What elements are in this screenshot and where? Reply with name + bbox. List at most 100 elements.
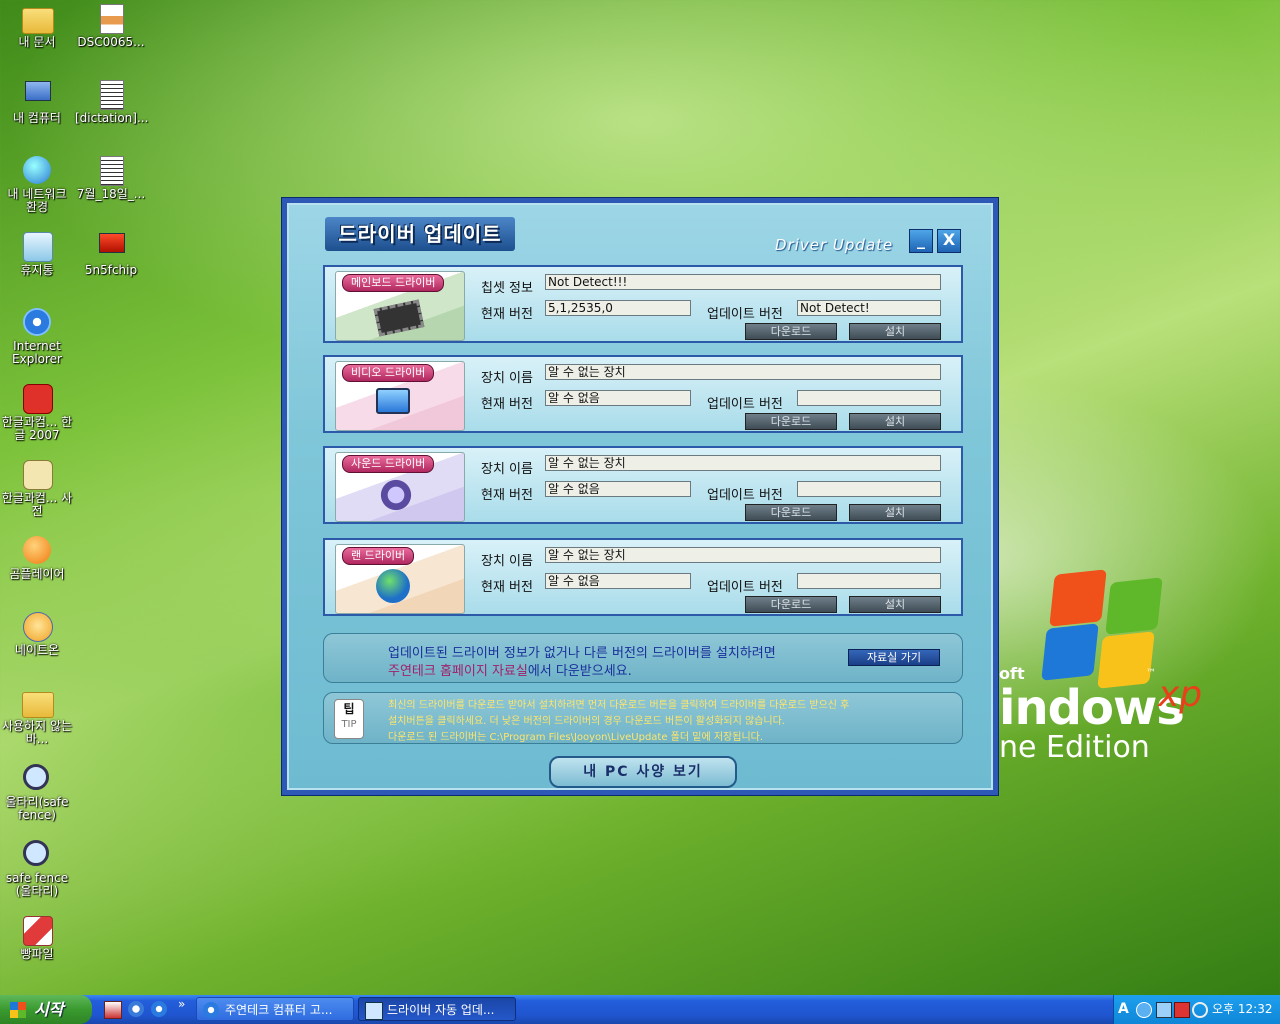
speaker-note-icon (376, 477, 416, 513)
lan-driver-panel: 랜 드라이버 장치 이름 알 수 없는 장치 현재 버전 알 수 없음 업데이트… (323, 538, 963, 616)
magnifier-icon (21, 762, 53, 794)
network-icon (21, 154, 53, 186)
start-button[interactable]: 시작 (0, 995, 92, 1024)
video-driver-tag: 비디오 드라이버 (342, 364, 435, 382)
update-version-label: 업데이트 버전 (707, 488, 783, 503)
download-button[interactable]: 다운로드 (745, 504, 837, 521)
tip-badge-english: TIP (341, 719, 357, 730)
lan-driver-tag: 랜 드라이버 (342, 547, 415, 565)
desktop-icon-nateon[interactable]: 네이트온 (1, 610, 73, 657)
internet-explorer-quick-icon[interactable] (151, 1001, 167, 1017)
desktop-icon-internet-explorer[interactable]: Internet Explorer (1, 306, 73, 366)
lan-thumbnail: 랜 드라이버 (335, 544, 465, 614)
device-name-field: 알 수 없는 장치 (545, 455, 941, 471)
go-to-archive-button[interactable]: 자료실 가기 (848, 649, 940, 666)
desktop-icon-label: 내 컴퓨터 (13, 111, 61, 125)
desktop-icon-network[interactable]: 내 네트워크 환경 (1, 154, 73, 214)
desktop-icon-hangul-dictionary[interactable]: 한글과컴... 사전 (1, 458, 73, 518)
desktop-icon-dictation[interactable]: [dictation]... (75, 78, 148, 125)
install-button[interactable]: 설치 (849, 596, 941, 613)
install-button[interactable]: 설치 (849, 323, 941, 340)
nateon-icon (21, 610, 53, 642)
tray-collapse-icon[interactable] (1136, 1002, 1152, 1018)
gom-player-icon (21, 534, 53, 566)
homepage-archive-link[interactable]: 주연테크 홈페이지 자료실 (388, 664, 528, 679)
minimize-button[interactable]: _ (909, 229, 933, 253)
desktop-icon-label: DSC0065... (77, 35, 145, 49)
desktop-icon-gom-player[interactable]: 곰플레이어 (1, 534, 73, 581)
sound-driver-tag: 사운드 드라이버 (342, 455, 435, 473)
update-version-field (797, 573, 941, 589)
desktop-icon-my-documents[interactable]: 내 문서 (1, 2, 73, 49)
search-tray-icon[interactable] (1192, 1002, 1208, 1018)
start-label: 시작 (34, 1000, 64, 1019)
view-my-pc-specs-button[interactable]: 내 PC 사양 보기 (549, 756, 737, 788)
download-button[interactable]: 다운로드 (745, 323, 837, 340)
sound-driver-panel: 사운드 드라이버 장치 이름 알 수 없는 장치 현재 버전 알 수 없음 업데… (323, 446, 963, 524)
system-tray: A 오후 12:32 (1113, 995, 1280, 1024)
current-version-label: 현재 버전 (481, 397, 533, 412)
taskbar-item-jooyontech[interactable]: 주연테크 컴퓨터 고... (196, 997, 354, 1021)
desktop-icon-label: 5n5fchip (84, 263, 138, 277)
device-name-field: 알 수 없는 장치 (545, 547, 941, 563)
chipset-info-label: 칩셋 정보 (481, 281, 533, 296)
chip-icon (373, 299, 425, 337)
dictionary-icon (21, 458, 53, 490)
install-button[interactable]: 설치 (849, 413, 941, 430)
desktop-icon-unused-shortcuts[interactable]: 사용하지 않는 바... (1, 686, 73, 746)
tip-line1: 최신의 드라이버를 다운로드 받아서 설치하려면 먼저 다운로드 버튼을 클릭하… (388, 700, 850, 711)
download-button[interactable]: 다운로드 (745, 596, 837, 613)
desktop-icon-label: 한글과컴... 사전 (1, 491, 73, 518)
xp-logo-text-tm: ™ (1146, 668, 1156, 679)
notice-line2-rest: 에서 다운받으세요. (527, 664, 632, 679)
desktop-icon-label: 곰플레이어 (9, 567, 65, 581)
hangul-app-icon (21, 382, 53, 414)
sound-thumbnail: 사운드 드라이버 (335, 452, 465, 522)
windows-logo-icon (10, 1002, 26, 1018)
desktop-icon-dsc-image[interactable]: DSC0065... (75, 2, 147, 49)
desktop-icon-label: 울타리(safe fence) (5, 795, 69, 822)
browser-window-icon (203, 1002, 219, 1018)
network-tray-icon[interactable] (1156, 1002, 1172, 1018)
desktop-icon-label: 사용하지 않는 바... (1, 719, 73, 746)
xp-logo-text-xp: xp (1158, 674, 1203, 715)
desktop-icon-safe-fence-1[interactable]: 울타리(safe fence) (1, 762, 73, 822)
desktop-icon-5n5fchip[interactable]: 5n5fchip (75, 230, 147, 277)
mainboard-driver-panel: 메인보드 드라이버 칩셋 정보 Not Detect!!! 현재 버전 5,1,… (323, 265, 963, 343)
language-indicator[interactable]: A (1118, 995, 1129, 1024)
folder-icon (21, 2, 54, 34)
desktop-icon-july-18[interactable]: 7월_18일_... (75, 154, 147, 201)
taskbar-item-driver-update[interactable]: 드라이버 자동 업데... (358, 997, 516, 1021)
chipset-info-field: Not Detect!!! (545, 274, 941, 290)
window-title-english: Driver Update (775, 236, 894, 254)
quick-launch-chevron[interactable]: » (178, 997, 185, 1011)
desktop-icon-bbang-file[interactable]: 빵파일 (1, 914, 73, 961)
current-version-label: 현재 버전 (481, 307, 533, 322)
show-desktop-icon[interactable] (104, 1001, 122, 1019)
download-button[interactable]: 다운로드 (745, 413, 837, 430)
tip-badge-korean: 팁 (343, 702, 355, 716)
download-notice-box: 업데이트된 드라이버 정보가 없거나 다른 버전의 드라이버를 설치하려면 주연… (323, 633, 963, 683)
security-tray-icon[interactable] (1174, 1002, 1190, 1018)
close-button[interactable]: X (937, 229, 961, 253)
bbang-file-icon (21, 914, 53, 946)
update-version-label: 업데이트 버전 (707, 580, 783, 595)
desktop-icon-safe-fence-2[interactable]: safe fence (울타리) (1, 838, 73, 898)
driver-update-window: 드라이버 업데이트 Driver Update _ X 메인보드 드라이버 칩셋… (281, 197, 999, 796)
update-version-field (797, 481, 941, 497)
mainboard-thumbnail: 메인보드 드라이버 (335, 271, 465, 341)
xp-logo-text-windows: indows (999, 680, 1185, 736)
desktop-icon-recycle-bin[interactable]: 휴지통 (1, 230, 73, 277)
desktop-icon-hangul-2007[interactable]: 한글과컴... 한글 2007 (1, 382, 73, 442)
install-button[interactable]: 설치 (849, 504, 941, 521)
update-version-label: 업데이트 버전 (707, 397, 783, 412)
current-version-label: 현재 버전 (481, 580, 533, 595)
desktop-icon-my-computer[interactable]: 내 컴퓨터 (1, 78, 73, 125)
internet-explorer-icon (21, 306, 53, 338)
xp-logo-text-edition: ne Edition (999, 730, 1150, 765)
media-player-icon[interactable] (128, 1001, 144, 1017)
device-name-label: 장치 이름 (481, 371, 533, 386)
update-version-field: Not Detect! (797, 300, 941, 316)
current-version-field: 알 수 없음 (545, 390, 691, 406)
clock: 오후 12:32 (1212, 1002, 1273, 1016)
